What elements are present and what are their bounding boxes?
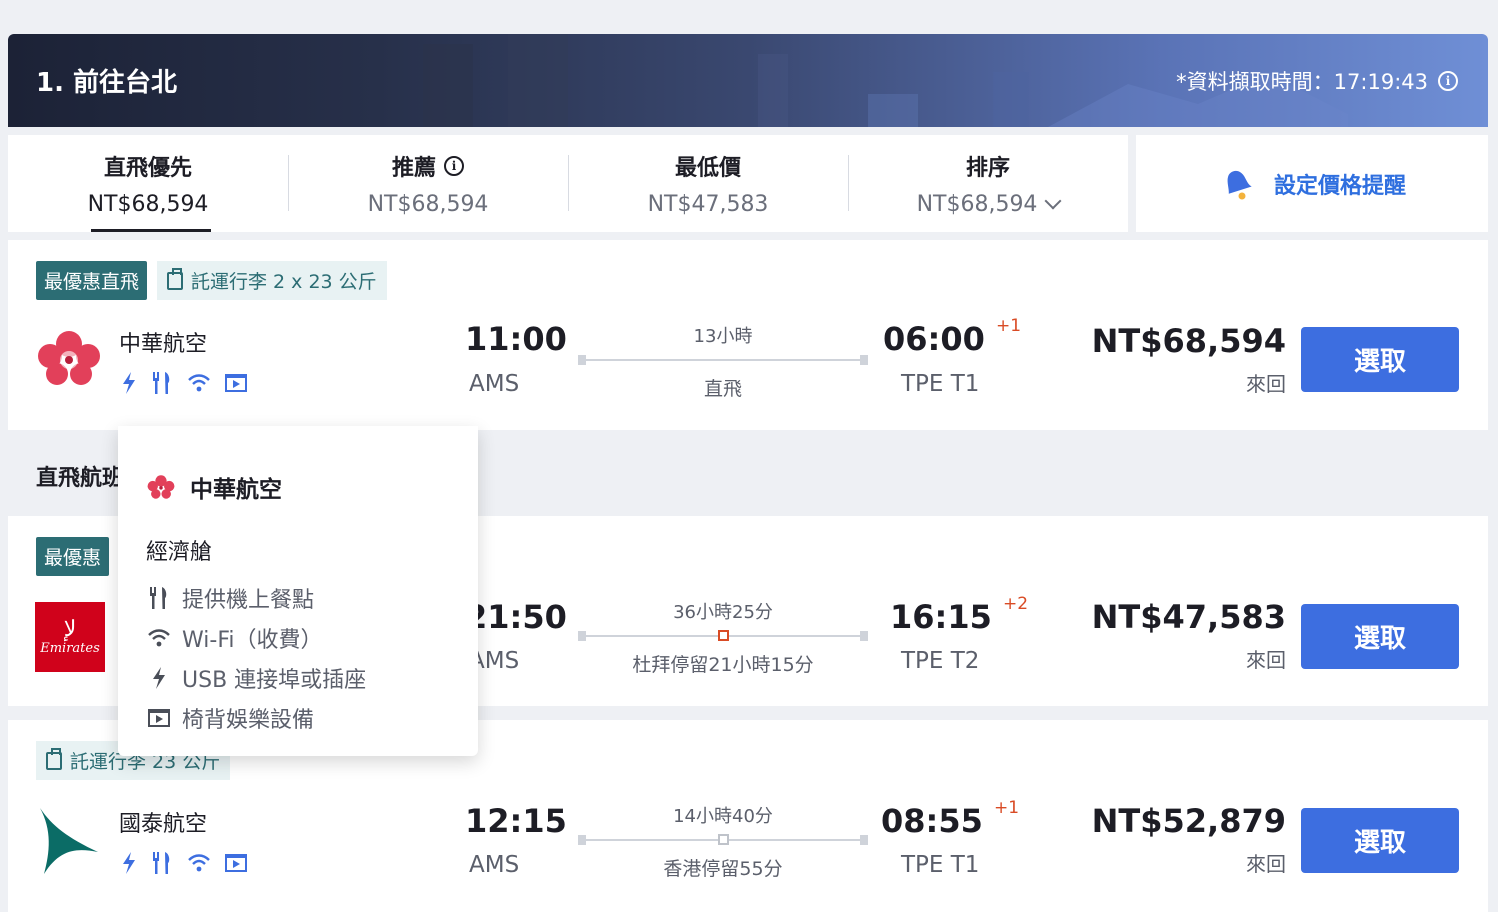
price-type: 來回 bbox=[1246, 648, 1286, 672]
tab-price: NT$47,583 bbox=[647, 192, 769, 217]
power-icon bbox=[123, 852, 135, 874]
tab-label: 最低價 bbox=[674, 156, 741, 181]
flight-duration: 36小時25分 bbox=[673, 602, 773, 623]
entertainment-icon bbox=[225, 374, 247, 392]
baggage-label: 託運行李 2 x 23 公斤 bbox=[191, 271, 377, 293]
tab-direct-first[interactable]: 直飛優先 NT$68,594 bbox=[8, 135, 288, 232]
day-offset: +1 bbox=[994, 798, 1020, 818]
route-line bbox=[578, 630, 868, 641]
tab-label: 推薦 bbox=[391, 156, 436, 181]
departure-airport: AMS bbox=[469, 371, 520, 397]
flight-duration: 13小時 bbox=[693, 326, 753, 347]
flight-price: NT$47,583 bbox=[1091, 598, 1286, 636]
info-icon[interactable]: i bbox=[444, 156, 464, 176]
arrival-time: 08:55 bbox=[881, 802, 983, 840]
day-offset: +1 bbox=[996, 316, 1022, 336]
route-note: 杜拜停留21小時15分 bbox=[632, 654, 814, 676]
amenity-label: Wi-Fi（收費） bbox=[182, 628, 323, 653]
tab-cheapest[interactable]: 最低價 NT$47,583 bbox=[568, 135, 848, 232]
route-line bbox=[578, 834, 868, 845]
data-timestamp: *資料擷取時間：17:19:43 bbox=[1176, 70, 1428, 94]
list-item: Wi-Fi（收費） bbox=[146, 618, 366, 658]
luggage-icon bbox=[46, 747, 62, 770]
list-item: 提供機上餐點 bbox=[146, 578, 366, 618]
china-airlines-logo bbox=[38, 331, 100, 385]
power-icon bbox=[153, 667, 165, 689]
arrival-airport: TPE T1 bbox=[901, 371, 980, 397]
china-airlines-logo bbox=[147, 475, 175, 499]
meal-icon bbox=[153, 372, 170, 394]
route-line bbox=[578, 355, 868, 365]
price-type: 來回 bbox=[1246, 852, 1286, 876]
price-alert-button[interactable]: 設定價格提醒 bbox=[1136, 135, 1488, 232]
stopover-marker bbox=[718, 834, 729, 845]
flight-price: NT$52,879 bbox=[1091, 802, 1286, 840]
cathay-logo bbox=[40, 808, 98, 874]
arrival-time: 06:00 bbox=[883, 320, 985, 358]
meal-icon bbox=[153, 852, 170, 874]
entertainment-icon bbox=[148, 709, 170, 727]
cabin-class: 經濟艙 bbox=[146, 540, 213, 565]
stopover-marker bbox=[718, 630, 729, 641]
departure-time: 12:15 bbox=[465, 802, 567, 840]
chevron-down-icon bbox=[1044, 192, 1062, 209]
amenity-label: 提供機上餐點 bbox=[182, 588, 315, 613]
day-offset: +2 bbox=[1003, 594, 1029, 614]
tab-price: NT$68,594 bbox=[367, 192, 489, 217]
page-title: 1. 前往台北 bbox=[36, 68, 178, 98]
flight-price: NT$68,594 bbox=[1091, 322, 1286, 360]
baggage-badge: 託運行李 2 x 23 公斤 bbox=[157, 261, 387, 300]
wifi-icon bbox=[188, 854, 210, 872]
select-button[interactable]: 選取 bbox=[1301, 327, 1459, 392]
amenity-label: USB 連接埠或插座 bbox=[182, 668, 367, 693]
arrival-airport: TPE T1 bbox=[901, 852, 980, 878]
tab-sort-dropdown[interactable]: 排序 NT$68,594 bbox=[848, 135, 1128, 232]
deal-badge: 最優惠直飛 bbox=[36, 261, 148, 300]
departure-time: 21:50 bbox=[465, 598, 567, 636]
wifi-icon bbox=[188, 374, 210, 392]
amenities-popover: 中華航空 經濟艙 提供機上餐點 Wi-Fi（收費） USB 連接埠或插座 椅背娛… bbox=[118, 426, 478, 756]
tab-label: 直飛優先 bbox=[103, 156, 192, 181]
section-title: 直飛航班 bbox=[36, 466, 125, 491]
price-type: 來回 bbox=[1246, 372, 1286, 396]
flight-duration: 14小時40分 bbox=[673, 806, 773, 827]
flight-card[interactable]: 最優惠直飛 託運行李 2 x 23 公斤 中華航空 11:00 AMS 13小時… bbox=[8, 240, 1488, 430]
arrival-airport: TPE T2 bbox=[901, 648, 980, 674]
bell-icon bbox=[1227, 170, 1252, 199]
airline-name: 國泰航空 bbox=[119, 812, 208, 837]
price-alert-label: 設定價格提醒 bbox=[1273, 173, 1406, 199]
popover-airline: 中華航空 bbox=[190, 477, 282, 503]
emirates-logo: ﻹ Emirates bbox=[35, 602, 105, 672]
list-item: USB 連接埠或插座 bbox=[146, 658, 366, 698]
tab-price: NT$68,594 bbox=[916, 192, 1038, 217]
list-item: 椅背娛樂設備 bbox=[146, 698, 366, 738]
airline-name: 中華航空 bbox=[119, 332, 208, 357]
arrival-time: 16:15 bbox=[890, 598, 992, 636]
route-note: 直飛 bbox=[703, 378, 742, 400]
amenity-list: 提供機上餐點 Wi-Fi（收費） USB 連接埠或插座 椅背娛樂設備 bbox=[146, 578, 366, 738]
power-icon bbox=[123, 372, 135, 394]
meal-icon bbox=[150, 587, 167, 609]
info-icon[interactable]: i bbox=[1438, 71, 1458, 91]
departure-time: 11:00 bbox=[465, 320, 567, 358]
select-button[interactable]: 選取 bbox=[1301, 808, 1459, 873]
sort-tabs: 直飛優先 NT$68,594 推薦 i NT$68,594 最低價 NT$47,… bbox=[8, 135, 1128, 232]
tab-recommended[interactable]: 推薦 i NT$68,594 bbox=[288, 135, 568, 232]
tab-price: NT$68,594 bbox=[87, 192, 209, 217]
tab-label: 排序 bbox=[965, 156, 1010, 181]
entertainment-icon bbox=[225, 854, 247, 872]
wifi-icon bbox=[148, 629, 170, 647]
select-button[interactable]: 選取 bbox=[1301, 604, 1459, 669]
route-note: 香港停留55分 bbox=[663, 858, 783, 880]
deal-badge: 最優惠 bbox=[36, 537, 110, 576]
destination-banner: 1. 前往台北 *資料擷取時間：17:19:43 i bbox=[8, 34, 1488, 127]
departure-airport: AMS bbox=[469, 852, 520, 878]
amenity-label: 椅背娛樂設備 bbox=[182, 708, 315, 733]
luggage-icon bbox=[167, 267, 184, 290]
